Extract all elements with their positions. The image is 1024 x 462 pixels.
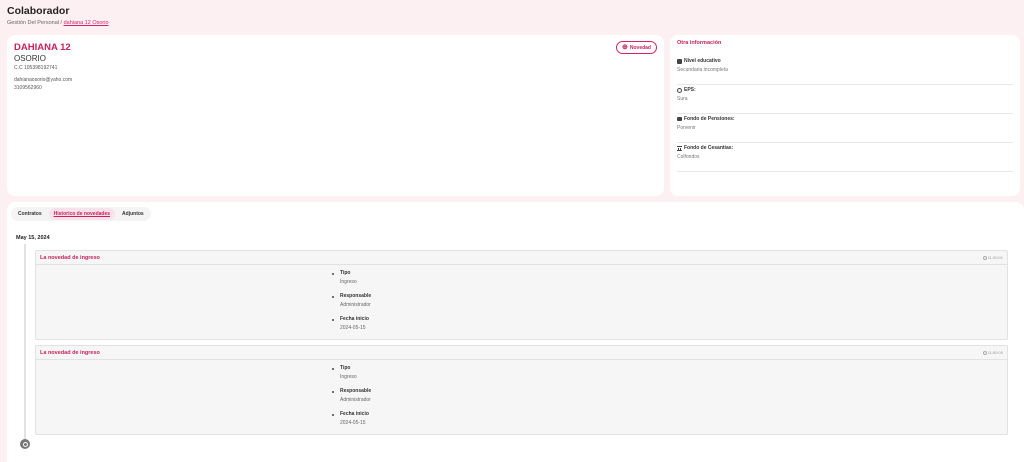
- event-field-tipo: Tipo Ingreso: [332, 365, 371, 388]
- field-label: Fecha inicio: [340, 316, 369, 322]
- timeline-end-icon: [20, 439, 30, 449]
- book-icon: [677, 58, 682, 64]
- history-card: Contratos Historico de novedades Adjunto…: [7, 202, 1024, 462]
- info-value: Colfondos: [677, 154, 700, 160]
- info-item-pension: Fondo de Pensiones: Porvenir: [677, 115, 1013, 143]
- breadcrumb: Gestión Del Personal / dahiana 12 Osorio: [7, 20, 109, 26]
- add-novedad-label: Novedad: [629, 44, 651, 51]
- event-title: La novedad de ingreso: [40, 254, 100, 261]
- timeline-event: La novedad de ingreso 11:00:01 Tipo Ingr…: [35, 250, 1008, 340]
- timeline-line: [24, 244, 26, 444]
- field-label: Responsable: [340, 293, 372, 299]
- event-header: La novedad de ingreso 11:00:01: [36, 251, 1007, 265]
- breadcrumb-item-personal[interactable]: Gestión Del Personal: [7, 20, 59, 26]
- field-value: Ingreso: [340, 279, 357, 285]
- event-fields: Tipo Ingreso Responsable Administrador F…: [332, 365, 371, 434]
- field-value: 2024-05-15: [340, 325, 366, 331]
- breadcrumb-item-current[interactable]: dahiana 12 Osorio: [64, 20, 109, 26]
- field-value: Administrador: [340, 302, 371, 308]
- employee-name: DAHIANA 12: [14, 42, 71, 53]
- page-title: Colaborador: [7, 5, 70, 17]
- info-value: Secundaria incompleta: [677, 67, 728, 73]
- info-label: Nivel educativo: [684, 58, 721, 64]
- tab-adjuntos[interactable]: Adjuntos: [117, 208, 149, 220]
- field-label: Fecha inicio: [340, 411, 369, 417]
- event-time: 11:00:01: [982, 255, 1003, 260]
- info-item-severance: Fondo de Cesantías: Colfondos: [677, 144, 1013, 172]
- employee-surname: OSORIO: [14, 54, 47, 63]
- employee-id: C.C 105398192741: [14, 65, 58, 71]
- employee-email: dahianaosorio@yaho.com: [14, 77, 73, 83]
- other-info-title: Otra información: [677, 40, 722, 46]
- info-item-eps: EPS: Sura: [677, 86, 1013, 114]
- field-label: Tipo: [340, 270, 351, 276]
- event-field-responsable: Responsable Administrador: [332, 293, 371, 316]
- event-fields: Tipo Ingreso Responsable Administrador F…: [332, 270, 371, 339]
- briefcase-icon: [677, 117, 682, 121]
- plus-circle-icon: ⊕: [622, 44, 628, 51]
- field-value: Administrador: [340, 397, 371, 403]
- breadcrumb-separator: /: [60, 20, 63, 26]
- tab-contratos[interactable]: Contratos: [13, 208, 47, 220]
- field-value: 2024-05-15: [340, 420, 366, 426]
- event-time-value: 11:00:00: [987, 350, 1003, 355]
- profile-card: DAHIANA 12 OSORIO C.C 105398192741 dahia…: [7, 35, 664, 196]
- clock-icon: [982, 255, 987, 260]
- event-time-value: 11:00:01: [987, 255, 1003, 260]
- info-label: EPS:: [684, 87, 696, 93]
- field-value: Ingreso: [340, 374, 357, 380]
- info-label: Fondo de Pensiones:: [684, 116, 735, 122]
- field-label: Responsable: [340, 388, 372, 394]
- info-value: Sura: [677, 96, 688, 102]
- event-time: 11:00:00: [982, 350, 1003, 355]
- bank-icon: [677, 145, 682, 151]
- add-novedad-button[interactable]: ⊕ Novedad: [616, 41, 657, 54]
- stethoscope-icon: [677, 87, 682, 93]
- event-field-responsable: Responsable Administrador: [332, 388, 371, 411]
- timeline-event: La novedad de ingreso 11:00:00 Tipo Ingr…: [35, 345, 1008, 435]
- event-field-fecha: Fecha inicio 2024-05-15: [332, 411, 371, 434]
- timeline-date: May 15, 2024: [16, 235, 50, 241]
- info-value: Porvenir: [677, 125, 696, 131]
- tab-historico-novedades[interactable]: Historico de novedades: [48, 208, 116, 220]
- employee-phone: 3109562960: [14, 85, 42, 91]
- info-item-education: Nivel educativo Secundaria incompleta: [677, 57, 1013, 85]
- event-field-fecha: Fecha inicio 2024-05-15: [332, 316, 371, 339]
- other-info-card: Otra información Nivel educativo Secunda…: [670, 35, 1020, 196]
- tab-bar: Contratos Historico de novedades Adjunto…: [11, 207, 151, 221]
- info-label: Fondo de Cesantías:: [684, 145, 734, 151]
- event-title: La novedad de ingreso: [40, 349, 100, 356]
- clock-icon: [982, 350, 987, 355]
- event-header: La novedad de ingreso 11:00:00: [36, 346, 1007, 360]
- field-label: Tipo: [340, 365, 351, 371]
- event-field-tipo: Tipo Ingreso: [332, 270, 371, 293]
